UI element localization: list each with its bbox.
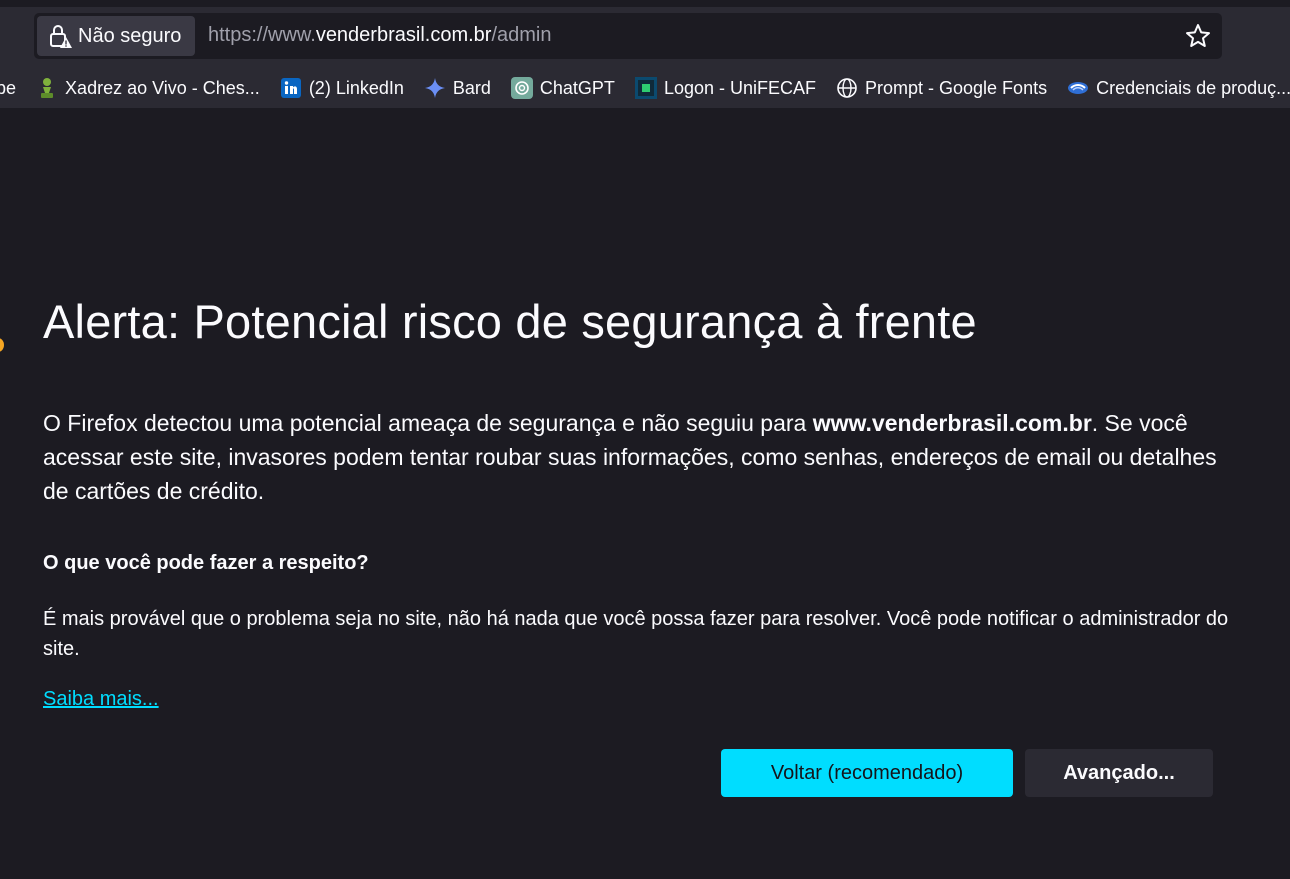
bookmark-item[interactable]: Credenciais de produç... bbox=[1067, 77, 1290, 99]
what-to-do-heading: O que você pode fazer a respeito? bbox=[43, 552, 369, 574]
bookmark-item[interactable]: ChatGPT bbox=[510, 77, 615, 99]
chatgpt-icon bbox=[510, 77, 533, 99]
bookmark-label: Xadrez ao Vivo - Ches... bbox=[65, 77, 260, 98]
go-back-button[interactable]: Voltar (recomendado) bbox=[721, 749, 1013, 797]
error-page: Alerta: Potencial risco de segurança à f… bbox=[0, 108, 1290, 879]
url-path: /admin bbox=[491, 24, 552, 46]
star-icon[interactable] bbox=[1184, 22, 1212, 50]
browser-toolbar: Não seguro https://www.venderbrasil.com.… bbox=[0, 0, 1290, 108]
tab-strip-edge bbox=[0, 0, 1290, 7]
lock-warning-icon bbox=[50, 25, 72, 48]
handshake-icon bbox=[1067, 77, 1089, 99]
site-security-button[interactable]: Não seguro bbox=[37, 16, 195, 56]
security-label: Não seguro bbox=[78, 24, 182, 47]
intro-text-before: O Firefox detectou uma potencial ameaça … bbox=[43, 410, 813, 436]
address-bar[interactable]: Não seguro https://www.venderbrasil.com.… bbox=[34, 13, 1222, 59]
bookmark-label: Prompt - Google Fonts bbox=[865, 77, 1048, 98]
url-host: venderbrasil.com.br bbox=[315, 24, 492, 46]
url-text[interactable]: https://www.venderbrasil.com.br/admin bbox=[208, 24, 551, 47]
bookmark-label: Logon - UniFECAF bbox=[663, 77, 816, 98]
bookmark-item[interactable]: (2) LinkedIn bbox=[280, 77, 404, 99]
learn-more-link[interactable]: Saiba mais... bbox=[43, 688, 159, 711]
unifecaf-icon bbox=[634, 77, 657, 99]
bookmark-label: ChatGPT bbox=[539, 77, 615, 98]
bookmark-item[interactable]: ube bbox=[0, 78, 16, 99]
bookmark-item[interactable]: Bard bbox=[424, 77, 491, 99]
intro-host: www.venderbrasil.com.br bbox=[812, 410, 1092, 436]
linkedin-icon bbox=[280, 77, 302, 99]
advanced-button[interactable]: Avançado... bbox=[1025, 749, 1213, 797]
bookmark-item[interactable]: Prompt - Google Fonts bbox=[836, 77, 1047, 99]
chess-pawn-icon bbox=[36, 77, 58, 99]
bookmark-label: (2) LinkedIn bbox=[308, 77, 404, 98]
bard-sparkle-icon bbox=[424, 77, 446, 99]
sidebar-edge-indicator bbox=[0, 338, 4, 352]
what-to-do-text: É mais provável que o problema seja no s… bbox=[43, 608, 1229, 660]
bookmarks-bar: ube Xadrez ao Vivo - Ches... (2) LinkedI… bbox=[0, 68, 1290, 108]
bookmark-label: ube bbox=[0, 77, 17, 98]
error-description: O Firefox detectou uma potencial ameaça … bbox=[43, 406, 1233, 508]
globe-icon bbox=[836, 77, 858, 99]
bookmark-label: Credenciais de produç... bbox=[1096, 77, 1290, 98]
bookmark-item[interactable]: Logon - UniFECAF bbox=[634, 77, 816, 99]
bookmark-label: Bard bbox=[452, 77, 491, 98]
url-prefix: https://www. bbox=[208, 24, 316, 46]
bookmark-item[interactable]: Xadrez ao Vivo - Ches... bbox=[36, 77, 260, 99]
page-title: Alerta: Potencial risco de segurança à f… bbox=[43, 295, 977, 348]
